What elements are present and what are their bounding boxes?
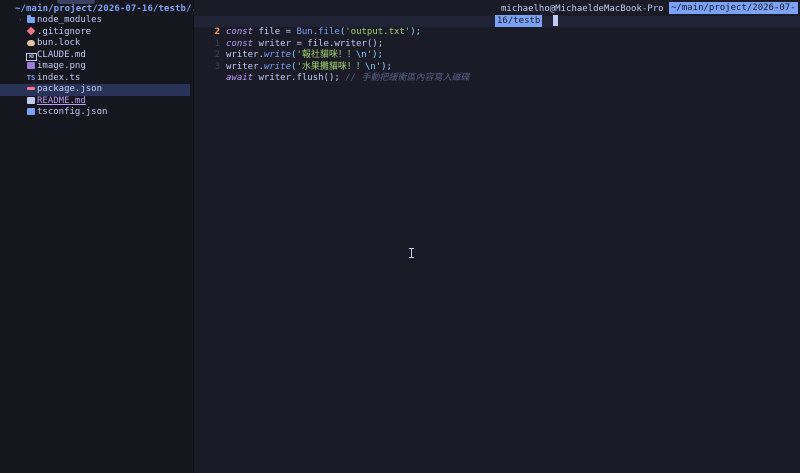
tree-item-label: .gitignore bbox=[37, 26, 92, 37]
tree-item-image-png[interactable]: image.png bbox=[0, 61, 193, 73]
code-line-3[interactable]: 1 writer.write('報社貓咪！！\n'); bbox=[194, 27, 800, 61]
explorer-path: ~/main/project/2026-07-16/testb/. bbox=[15, 4, 198, 14]
tree-item-gitignore[interactable]: .gitignore bbox=[0, 26, 193, 39]
tsconfig-icon bbox=[26, 107, 36, 119]
tree-item-label: index.ts bbox=[37, 72, 81, 83]
text-cursor-icon bbox=[409, 248, 414, 258]
tree-item-bun-lock[interactable]: bun.lock bbox=[0, 38, 193, 50]
code-line-4[interactable]: 2 writer.write('水果攤貓咪！！\n'); bbox=[194, 39, 800, 72]
file-explorer: ~/main/project/2026-07-16/testb/. › node… bbox=[0, 0, 198, 473]
chevron-right-icon[interactable]: › bbox=[18, 15, 22, 27]
file-tree: › node_modules .gitignore bun.lock MD CL… bbox=[0, 15, 193, 119]
bun-icon bbox=[26, 38, 36, 50]
line-number: 3 bbox=[214, 61, 220, 72]
terminal-path-continued: 16/testb bbox=[495, 15, 543, 27]
tree-item-label: tsconfig.json bbox=[37, 107, 108, 117]
code-editor[interactable]: 1 const file = Bun.file('output.txt'); 2… bbox=[194, 0, 800, 473]
terminal-cursor bbox=[553, 15, 558, 26]
code-text: await writer.flush(); // 手動把緩衝區內容寫入磁碟 bbox=[226, 73, 470, 83]
tree-item-label: image.png bbox=[37, 61, 86, 71]
json-icon bbox=[26, 84, 36, 96]
tree-item-readme-md[interactable]: README.md bbox=[0, 96, 193, 108]
git-icon bbox=[26, 26, 36, 39]
tree-item-label: README.md bbox=[37, 95, 86, 106]
markdown-icon: MD bbox=[26, 50, 37, 62]
tree-item-node-modules[interactable]: › node_modules bbox=[0, 15, 193, 27]
folder-icon bbox=[26, 15, 36, 27]
tree-item-package-json[interactable]: package.json bbox=[0, 84, 190, 96]
image-icon bbox=[26, 61, 36, 73]
typescript-icon: TS bbox=[26, 73, 36, 82]
readme-icon bbox=[26, 96, 36, 108]
code-text: writer.write('水果攤貓咪！！\n'); bbox=[226, 61, 392, 72]
tree-item-tsconfig-json[interactable]: tsconfig.json bbox=[0, 107, 193, 119]
terminal-user: michaelho@MichaeldeMacBook-Pro bbox=[501, 4, 664, 14]
tree-item-label: package.json bbox=[37, 84, 103, 94]
tree-item-claude-md[interactable]: MD CLAUDE.md bbox=[0, 50, 193, 62]
tree-item-label: node_modules bbox=[37, 15, 103, 25]
tree-item-index-ts[interactable]: TS index.ts bbox=[0, 73, 193, 85]
tree-item-label: bun.lock bbox=[37, 38, 81, 48]
code-line-5[interactable]: 3 await writer.flush(); // 手動把緩衝區內容寫入磁碟 bbox=[194, 50, 800, 84]
terminal-path: ~/main/project/2026-07- bbox=[669, 2, 798, 14]
tree-item-label: CLAUDE.md bbox=[37, 49, 86, 60]
